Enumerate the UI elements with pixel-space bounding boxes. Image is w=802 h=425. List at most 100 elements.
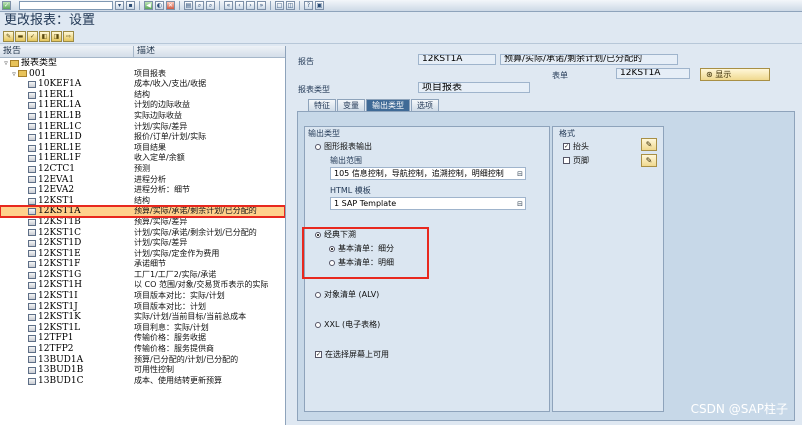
toolbar-separator (179, 1, 180, 10)
object-list-radio[interactable] (315, 291, 321, 298)
command-field[interactable] (19, 1, 113, 10)
object-list-option[interactable]: 对象清单 (ALV) (315, 289, 379, 300)
cancel-icon[interactable]: ✕ (166, 1, 175, 10)
enter-icon[interactable]: ✓ (2, 1, 11, 10)
help-icon[interactable]: ? (304, 1, 313, 10)
tree-row[interactable]: 12KST1H 以 CO 范围/对象/交易货币表示的实际 (0, 280, 285, 291)
other-report-icon[interactable]: ◨ (51, 31, 62, 42)
tree-header-description[interactable]: 描述 (134, 46, 155, 57)
tab-options[interactable]: 选项 (411, 99, 439, 111)
html-template-dropdown[interactable]: 1 SAP Template ⊟ (330, 197, 526, 210)
tree-row[interactable]: 13BUD1B 可用性控制 (0, 365, 285, 376)
tree-row-selected[interactable]: 12KST1A 预算/实际/承诺/剩余计划/已分配的 (0, 205, 285, 218)
xxl-radio[interactable] (315, 321, 321, 328)
tree-row[interactable]: 13BUD1A 预算/已分配的/计划/已分配的 (0, 355, 285, 366)
tree-row[interactable]: 12KST1E 计划/实际/定金作为费用 (0, 249, 285, 260)
tree-row-id: 11ERL1D (38, 132, 82, 143)
tree-row[interactable]: 12KST1K 实际/计划/当前目标/当前总成本 (0, 312, 285, 323)
create-session-icon[interactable]: □ (275, 1, 284, 10)
customize-icon[interactable]: ▣ (315, 1, 324, 10)
last-page-icon[interactable]: » (257, 1, 266, 10)
transport-icon[interactable]: ⇨ (63, 31, 74, 42)
back-icon[interactable]: ◀ (144, 1, 153, 10)
tree-row[interactable]: 11ERL1 结构 (0, 90, 285, 101)
tree-row[interactable]: 12KST1L 项目利息：实际/计划 (0, 323, 285, 334)
tree-row[interactable]: 12CTC1 预测 (0, 164, 285, 175)
tree-row[interactable]: ▿ 报表类型 (0, 58, 285, 69)
fullscreen-checkbox[interactable]: ✓ (315, 351, 322, 358)
footer-checkbox[interactable] (563, 157, 570, 164)
display-button[interactable]: ⊛ 显示 (700, 68, 770, 81)
expand-arrow-icon[interactable]: ▿ (2, 58, 10, 69)
next-page-icon[interactable]: › (246, 1, 255, 10)
xxl-option[interactable]: XXL (电子表格) (315, 319, 380, 330)
shortcut-icon[interactable]: ◫ (286, 1, 295, 10)
check-icon[interactable]: ✓ (27, 31, 38, 42)
tree-row[interactable]: 12TFP2 传输价格：服务提供商 (0, 344, 285, 355)
report-node-icon (28, 292, 36, 300)
report-node-icon (28, 282, 36, 290)
form-field[interactable]: 12KST1A (616, 68, 690, 79)
graphical-option[interactable]: 图形报表输出 (315, 141, 372, 152)
html-template-label: HTML 模板 (330, 186, 371, 195)
display-button-label: 显示 (715, 70, 732, 79)
graphical-radio[interactable] (315, 143, 321, 150)
header-option[interactable]: ✓ 抬头 (563, 141, 589, 152)
tree-row-description: 计划的边际收益 (134, 100, 190, 110)
tree-row[interactable]: 12KST1D 计划/实际/差异 (0, 238, 285, 249)
tree-row[interactable]: 12KST1 结构 (0, 196, 285, 207)
tree-row-id: 11ERL1B (38, 110, 82, 121)
delete-icon[interactable]: ▬ (15, 31, 26, 42)
output-scope-dropdown[interactable]: 105 信息控制，导航控制，追溯控制，明细控制 ⊟ (330, 167, 526, 180)
tree-row[interactable]: 13BUD1C 成本、使用结转更新预算 (0, 376, 285, 387)
dropdown-icon[interactable]: ▾ (115, 1, 124, 10)
footer-option[interactable]: 页脚 (563, 155, 589, 166)
tab-variables[interactable]: 变量 (337, 99, 365, 111)
tree-row[interactable]: 12KST1I 项目版本对比：实际/计划 (0, 291, 285, 302)
tree-row[interactable]: 11ERL1B 实际边际收益 (0, 111, 285, 122)
tree-row-id: 13BUD1B (38, 365, 84, 376)
tree-row[interactable]: 10KEF1A 成本/收入/支出/收据 (0, 79, 285, 90)
edit-icon[interactable]: ✎ (3, 31, 14, 42)
report-description-field[interactable]: 预算/实际/承诺/剩余计划/已分配的 (500, 54, 678, 65)
tree-row[interactable]: 11ERL1D 报价/订单/计划/实际 (0, 132, 285, 143)
find-next-icon[interactable]: ⌕ (206, 1, 215, 10)
tree-row[interactable]: 11ERL1F 收入定单/余额 (0, 153, 285, 164)
tree-row[interactable]: 11ERL1C 计划/实际/差异 (0, 122, 285, 133)
tree-row-description: 传输价格：服务提供商 (134, 344, 214, 354)
tree-row[interactable]: ▿ 001 项目报表 (0, 69, 285, 80)
tree-header-report[interactable]: 报告 (0, 46, 134, 57)
system-toolbar: ✓ ▾ ▪ ◀ ◐ ✕ ▤ ⌕ ⌕ « ‹ › » □ ◫ ? ▣ (0, 0, 802, 12)
expand-arrow-icon[interactable]: ▿ (10, 69, 18, 80)
tab-characteristics[interactable]: 特征 (308, 99, 336, 111)
print-icon[interactable]: ▤ (184, 1, 193, 10)
tree-row[interactable]: 11ERL1E 项目结果 (0, 143, 285, 154)
tree-row[interactable]: 11ERL1A 计划的边际收益 (0, 100, 285, 111)
save-icon[interactable]: ▪ (126, 1, 135, 10)
first-page-icon[interactable]: « (224, 1, 233, 10)
tree-row[interactable]: 12TFP1 传输价格：服务收据 (0, 333, 285, 344)
tree-row[interactable]: 12KST1F 承诺细节 (0, 259, 285, 270)
footer-edit-button[interactable]: ✎ (641, 154, 657, 167)
variant-icon[interactable]: ◧ (39, 31, 50, 42)
find-icon[interactable]: ⌕ (195, 1, 204, 10)
tab-output-type[interactable]: 输出类型 (366, 99, 410, 111)
dropdown-arrow-icon[interactable]: ⊟ (517, 169, 523, 179)
tree-row[interactable]: 12EVA2 进程分析：细节 (0, 185, 285, 196)
fullscreen-option[interactable]: ✓ 在选择屏幕上可用 (315, 349, 389, 360)
header-checkbox[interactable]: ✓ (563, 143, 570, 150)
tree-row[interactable]: 12KST1C 计划/实际/承诺/剩余计划/已分配的 (0, 228, 285, 239)
header-edit-button[interactable]: ✎ (641, 138, 657, 151)
report-node-icon (28, 229, 36, 237)
report-field[interactable]: 12KST1A (418, 54, 496, 65)
tree-row[interactable]: 12KST1B 预算/实际/差异 (0, 217, 285, 228)
prev-page-icon[interactable]: ‹ (235, 1, 244, 10)
report-node-icon (28, 345, 36, 353)
tree-row[interactable]: 12KST1G 工厂1/工厂2/实际/承诺 (0, 270, 285, 281)
tree-row[interactable]: 12EVA1 进程分析 (0, 175, 285, 186)
tree-row-id: 12KST1H (38, 280, 82, 291)
tree-row[interactable]: 12KST1J 项目版本对比：计划 (0, 302, 285, 313)
exit-icon[interactable]: ◐ (155, 1, 164, 10)
report-type-field[interactable]: 项目报表 (418, 82, 530, 93)
dropdown-arrow-icon[interactable]: ⊟ (517, 199, 523, 209)
